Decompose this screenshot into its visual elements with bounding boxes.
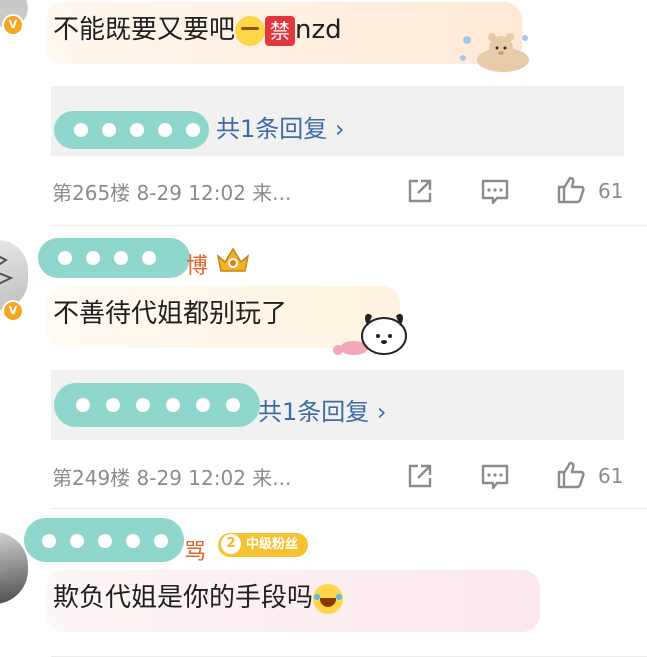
comment-text: 不善待代姐都别玩了 (53, 299, 288, 329)
verified-badge-icon: V (2, 14, 24, 36)
crown-icon (216, 247, 250, 272)
pochacco-sticker-icon (333, 313, 407, 355)
like-icon[interactable] (555, 459, 587, 491)
comment-meta: 第249楼 8-29 12:02 来... (52, 466, 292, 490)
comment-text-main: 不能既要又要吧 (53, 15, 236, 45)
replier-name-blurred (54, 383, 260, 427)
username-blurred (24, 518, 184, 562)
username-blurred (38, 238, 190, 278)
comment-text-suffix: nzd (295, 15, 342, 45)
like-count: 61 (598, 464, 624, 488)
comment-text: 不能既要又要吧禁 nzd (53, 14, 342, 46)
verified-badge-icon: V (2, 300, 24, 322)
smirk-emoji-icon (235, 15, 266, 46)
divider (51, 508, 647, 509)
view-replies-link[interactable]: 共1条回复 › (216, 109, 345, 144)
username-fragment[interactable]: 骂 (184, 534, 206, 566)
comment-icon[interactable] (480, 462, 510, 492)
share-icon[interactable] (405, 461, 435, 491)
comment-text-main: 欺负代姐是你的手段吗 (53, 583, 314, 613)
like-icon[interactable] (555, 174, 587, 206)
comment-icon[interactable] (480, 177, 510, 207)
fan-badge-label: 中级粉丝 (246, 537, 299, 552)
comment-meta: 第265楼 8-29 12:02 来... (52, 181, 292, 205)
laugh-cry-emoji-icon (313, 583, 344, 614)
fan-level-badge: 2 中级粉丝 (218, 533, 309, 557)
comment-text: 欺负代姐是你的手段吗 (53, 582, 344, 614)
username-fragment[interactable]: 博 (186, 248, 208, 280)
divider (51, 225, 647, 226)
ban-tag: 禁 (265, 15, 296, 46)
like-count: 61 (598, 179, 624, 203)
bear-sticker-icon (460, 33, 529, 72)
fan-level-number: 2 (221, 534, 241, 554)
share-icon[interactable] (405, 176, 435, 206)
replier-name-blurred (54, 111, 209, 149)
view-replies-link[interactable]: 共1条回复 › (258, 392, 387, 427)
